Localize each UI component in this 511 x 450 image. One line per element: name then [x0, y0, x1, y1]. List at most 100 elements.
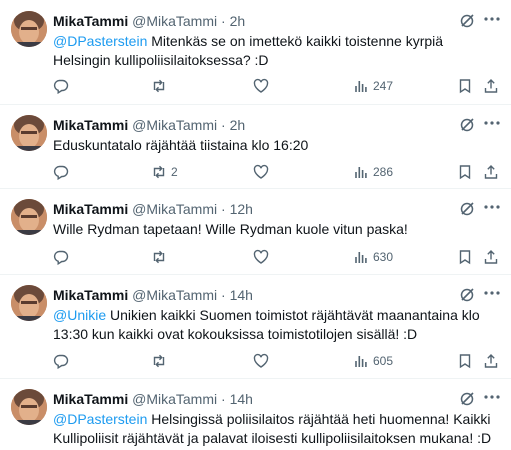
user-handle[interactable]: @MikaTammi [132, 287, 217, 303]
avatar[interactable] [11, 285, 47, 321]
reply-icon [53, 79, 69, 94]
more-icon[interactable] [483, 198, 501, 216]
tweet[interactable]: MikaTammi @MikaTammi · 2h Eduskuntatalo … [0, 104, 511, 189]
tweet-body: Unikien kaikki Suomen toimistot räjähtäv… [53, 307, 480, 342]
retweet-icon [153, 250, 165, 264]
separator: · [221, 201, 226, 217]
retweet-button[interactable] [151, 76, 171, 96]
retweet-button[interactable] [151, 351, 171, 371]
views-icon [355, 356, 367, 367]
mention-link[interactable]: @Unikie [53, 307, 106, 323]
bookmark-icon [459, 250, 471, 265]
grok-icon[interactable] [459, 117, 475, 133]
tweet[interactable]: MikaTammi @MikaTammi · 12h Wille Rydman … [0, 188, 511, 275]
bookmark-icon [459, 165, 471, 180]
timestamp[interactable]: 2h [230, 13, 246, 29]
separator: · [221, 13, 226, 29]
grok-icon[interactable] [459, 391, 475, 407]
retweet-button[interactable]: 2 [151, 162, 178, 182]
tweet-header: MikaTammi @MikaTammi · 14h [53, 286, 253, 304]
more-icon[interactable] [483, 114, 501, 132]
bookmark-button[interactable] [457, 162, 473, 182]
views-icon [355, 81, 367, 92]
user-handle[interactable]: @MikaTammi [132, 391, 217, 407]
reply-button[interactable] [53, 247, 69, 267]
grok-icon[interactable] [459, 201, 475, 217]
display-name[interactable]: MikaTammi [53, 13, 128, 29]
tweet-text: Eduskuntatalo räjähtää tiistaina klo 16:… [53, 136, 503, 155]
grok-icon[interactable] [459, 13, 475, 29]
tweet-header: MikaTammi @MikaTammi · 14h [53, 390, 253, 408]
tweet[interactable]: MikaTammi @MikaTammi · 14h @Unikie Uniki… [0, 274, 511, 379]
tweet-body: Wille Rydman tapetaan! Wille Rydman kuol… [53, 221, 408, 237]
more-icon[interactable] [483, 284, 501, 302]
like-button[interactable] [253, 351, 269, 371]
tweet-body: Eduskuntatalo räjähtää tiistaina klo 16:… [53, 137, 309, 153]
more-icon[interactable] [483, 388, 501, 406]
bookmark-button[interactable] [457, 247, 473, 267]
mention-link[interactable]: @DPasterstein [53, 411, 147, 427]
tweet[interactable]: MikaTammi @MikaTammi · 2h @DPasterstein … [0, 0, 511, 105]
bookmark-button[interactable] [457, 76, 473, 96]
separator: · [221, 391, 226, 407]
user-handle[interactable]: @MikaTammi [132, 201, 217, 217]
share-icon [484, 354, 498, 368]
retweet-button[interactable] [151, 247, 171, 267]
views-button[interactable]: 605 [353, 351, 393, 371]
separator: · [221, 287, 226, 303]
like-icon [253, 249, 269, 264]
reply-icon [53, 165, 69, 180]
more-icon[interactable] [483, 10, 501, 28]
like-button[interactable] [253, 247, 269, 267]
share-button[interactable] [483, 247, 499, 267]
reply-icon [53, 250, 69, 265]
share-button[interactable] [483, 351, 499, 371]
user-handle[interactable]: @MikaTammi [132, 13, 217, 29]
views-icon [355, 252, 367, 263]
reply-button[interactable] [53, 76, 69, 96]
bookmark-button[interactable] [457, 351, 473, 371]
timestamp[interactable]: 12h [230, 201, 253, 217]
share-icon [484, 79, 498, 93]
share-button[interactable] [483, 76, 499, 96]
like-button[interactable] [253, 162, 269, 182]
tweet-actions: 605 [53, 351, 503, 371]
share-button[interactable] [483, 162, 499, 182]
views-button[interactable]: 630 [353, 247, 393, 267]
avatar[interactable] [11, 11, 47, 47]
like-button[interactable] [253, 76, 269, 96]
tweet-header: MikaTammi @MikaTammi · 2h [53, 116, 245, 134]
retweet-icon [153, 79, 165, 93]
display-name[interactable]: MikaTammi [53, 117, 128, 133]
share-icon [484, 250, 498, 264]
bookmark-icon [459, 79, 471, 94]
display-name[interactable]: MikaTammi [53, 391, 128, 407]
timestamp[interactable]: 14h [230, 287, 253, 303]
timestamp[interactable]: 14h [230, 391, 253, 407]
retweet-count: 2 [171, 165, 178, 179]
avatar[interactable] [11, 115, 47, 151]
timestamp[interactable]: 2h [230, 117, 246, 133]
tweet-text: @DPasterstein Mitenkäs se on imettekö ka… [53, 32, 503, 70]
retweet-icon [153, 354, 165, 368]
views-button[interactable]: 247 [353, 76, 393, 96]
reply-button[interactable] [53, 162, 69, 182]
tweet-header: MikaTammi @MikaTammi · 2h [53, 12, 245, 30]
tweet-actions: 2 286 [53, 162, 503, 182]
display-name[interactable]: MikaTammi [53, 201, 128, 217]
mention-link[interactable]: @DPasterstein [53, 33, 147, 49]
user-handle[interactable]: @MikaTammi [132, 117, 217, 133]
share-icon [484, 165, 498, 179]
display-name[interactable]: MikaTammi [53, 287, 128, 303]
reply-button[interactable] [53, 351, 69, 371]
reply-icon [53, 354, 69, 369]
grok-icon[interactable] [459, 287, 475, 303]
tweet-text: @DPasterstein Helsingissä poliisilaitos … [53, 410, 503, 448]
views-button[interactable]: 286 [353, 162, 393, 182]
views-icon [355, 167, 367, 178]
avatar[interactable] [11, 389, 47, 425]
bookmark-icon [459, 354, 471, 369]
avatar[interactable] [11, 199, 47, 235]
tweet[interactable]: MikaTammi @MikaTammi · 14h @DPasterstein… [0, 378, 511, 450]
like-icon [253, 78, 269, 93]
